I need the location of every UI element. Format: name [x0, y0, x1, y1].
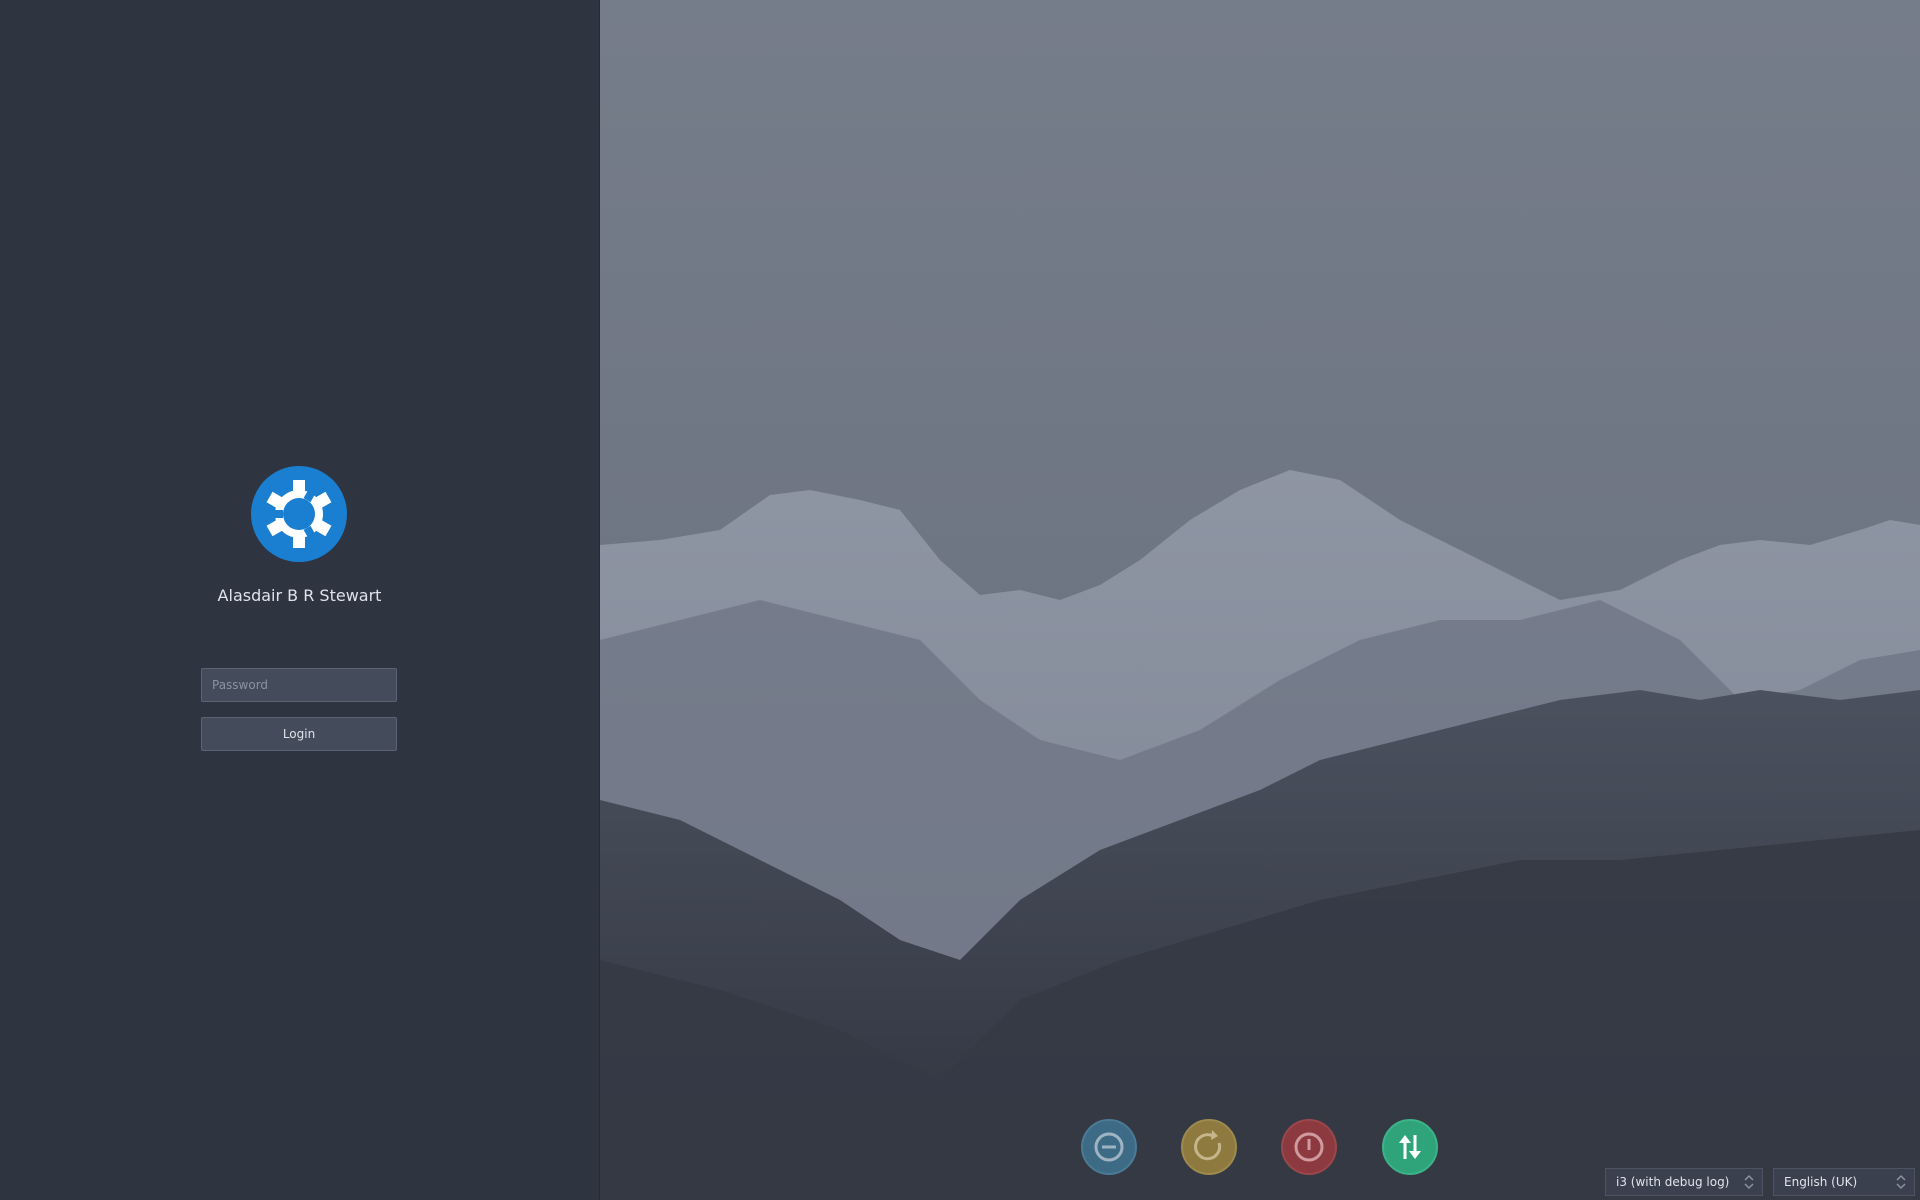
login-panel: Alasdair B R Stewart Login [0, 0, 600, 1200]
session-selected-label: i3 (with debug log) [1616, 1175, 1730, 1189]
kubuntu-logo-icon [251, 466, 347, 562]
login-button[interactable]: Login [201, 717, 397, 751]
switch-user-button[interactable] [1382, 1119, 1438, 1175]
keyboard-layout-label: English (UK) [1784, 1175, 1858, 1189]
suspend-button[interactable] [1081, 1119, 1137, 1175]
mountain-wallpaper [600, 0, 1920, 1200]
user-name: Alasdair B R Stewart [217, 586, 382, 605]
arrows-up-down-icon [1399, 1135, 1421, 1159]
login-screen: Alasdair B R Stewart Login i3 (with debu… [0, 0, 1920, 1200]
minus-circle-icon [1094, 1132, 1124, 1162]
chevron-up-down-icon [1896, 1174, 1906, 1190]
password-field[interactable] [201, 668, 397, 702]
reboot-button[interactable] [1181, 1119, 1237, 1175]
refresh-icon [1194, 1130, 1222, 1161]
power-icon [1294, 1132, 1324, 1162]
session-selector[interactable]: i3 (with debug log) [1605, 1168, 1763, 1196]
shutdown-button[interactable] [1281, 1119, 1337, 1175]
keyboard-layout-selector[interactable]: English (UK) [1773, 1168, 1915, 1196]
chevron-up-down-icon [1744, 1174, 1754, 1190]
